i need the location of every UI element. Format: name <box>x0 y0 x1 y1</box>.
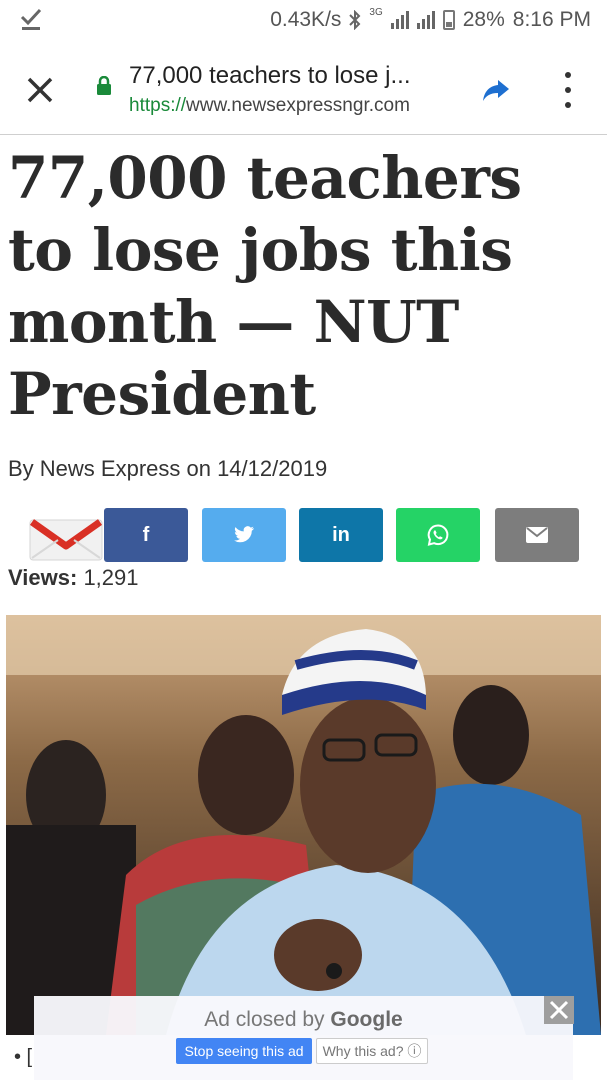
page-url[interactable]: https://www.newsexpressngr.com <box>129 95 410 117</box>
signal-icon <box>390 11 409 29</box>
article-headline: 77,000 teachers to lose jobs this month … <box>8 144 522 428</box>
url-scheme: https:// <box>129 95 187 116</box>
facebook-share-button[interactable]: f <box>104 508 188 562</box>
ad-closed-text: Ad closed by Google <box>34 1008 573 1032</box>
linkedin-share-button[interactable]: in <box>299 508 383 562</box>
views-label: Views: <box>8 565 78 590</box>
twitter-share-button[interactable] <box>202 508 286 562</box>
whatsapp-icon <box>427 524 449 546</box>
views-value: 1,291 <box>83 565 139 590</box>
url-host: www.newsexpressngr.com <box>186 95 410 116</box>
close-icon[interactable] <box>24 74 56 106</box>
facebook-icon: f <box>142 523 150 546</box>
article-photo[interactable] <box>6 615 601 1035</box>
whatsapp-share-button[interactable] <box>396 508 480 562</box>
list-bullet: • [ <box>14 1046 33 1068</box>
more-vert-icon[interactable] <box>562 72 574 108</box>
battery-level: 28% <box>462 8 505 31</box>
lock-icon <box>97 76 111 95</box>
ad-closed-prefix: Ad closed by <box>204 1008 325 1031</box>
battery-charging-icon <box>442 10 455 30</box>
gmail-icon[interactable] <box>28 514 104 562</box>
ad-closed-overlay: Ad closed by Google Stop seeing this ad … <box>34 996 573 1080</box>
network-type: 3G <box>369 7 383 18</box>
twitter-icon <box>234 526 254 543</box>
network-speed: 0.43K/s <box>270 8 342 31</box>
google-brand: Google <box>330 1008 403 1031</box>
stop-seeing-ad-button[interactable]: Stop seeing this ad <box>176 1038 312 1064</box>
email-share-button[interactable] <box>495 508 579 562</box>
clock: 8:16 PM <box>512 8 591 31</box>
article-byline: By News Express on 14/12/2019 <box>8 456 328 481</box>
linkedin-icon: in <box>332 523 350 546</box>
bluetooth-icon <box>349 10 361 30</box>
why-this-ad-button[interactable]: Why this ad? ⓘ <box>316 1038 428 1064</box>
download-done-icon <box>20 8 42 30</box>
views-count: Views: 1,291 <box>8 565 139 591</box>
browser-toolbar: 77,000 teachers to lose j... https://www… <box>0 40 607 135</box>
page-title[interactable]: 77,000 teachers to lose j... <box>129 62 411 90</box>
mail-icon <box>526 527 548 543</box>
close-icon[interactable] <box>544 996 574 1024</box>
signal-icon-2 <box>416 11 435 29</box>
status-indicators: 0.43K/s 3G 28% 8:16 PM <box>270 8 591 32</box>
status-bar: 0.43K/s 3G 28% 8:16 PM <box>0 0 607 40</box>
share-icon[interactable] <box>480 74 512 106</box>
